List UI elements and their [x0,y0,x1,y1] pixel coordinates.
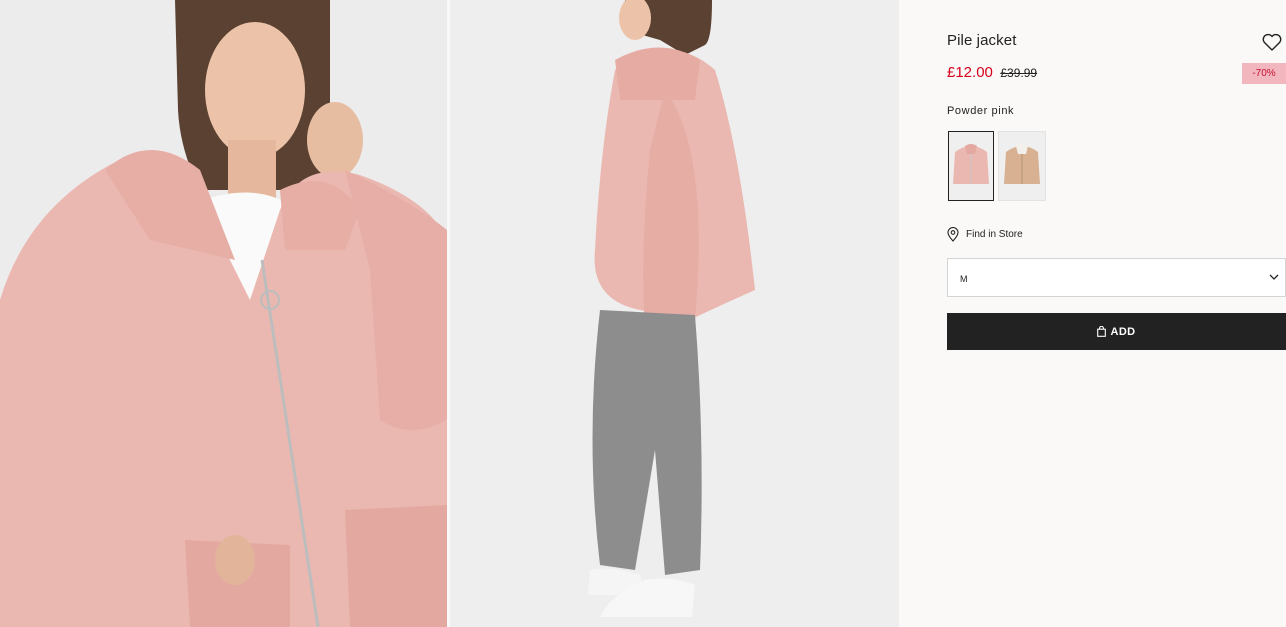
jacket-thumbnail-pink [949,132,993,200]
heart-icon [1262,33,1282,51]
price-row: £12.00 £39.99 [947,64,1037,84]
find-in-store-link[interactable]: Find in Store [947,226,1023,242]
jacket-thumbnail-beige [999,132,1045,200]
product-image-front[interactable] [0,0,447,627]
find-in-store-label: Find in Store [966,228,1023,240]
product-title: Pile jacket [947,32,1017,49]
original-price: £39.99 [1000,66,1038,80]
size-select-value: M [960,274,968,284]
product-details-panel: Pile jacket £12.00 £39.99 -70% Powder pi… [899,0,1286,627]
add-to-bag-button[interactable]: ADD [947,313,1286,350]
color-swatch-beige[interactable] [998,131,1046,201]
selected-color-name: Powder pink [947,105,1015,117]
add-button-label: ADD [1110,325,1136,338]
model-front-illustration [0,0,447,627]
location-pin-icon [947,226,959,242]
favorite-button[interactable] [1262,33,1282,51]
color-swatch-powder-pink[interactable] [948,131,994,201]
chevron-down-icon [1269,274,1279,280]
model-side-illustration [450,0,899,627]
discount-badge: -70% [1242,63,1286,84]
current-price: £12.00 [947,64,993,81]
shopping-bag-icon [1097,326,1107,337]
product-image-side[interactable] [450,0,899,627]
size-select[interactable]: M [947,258,1286,297]
product-gallery [0,0,899,627]
